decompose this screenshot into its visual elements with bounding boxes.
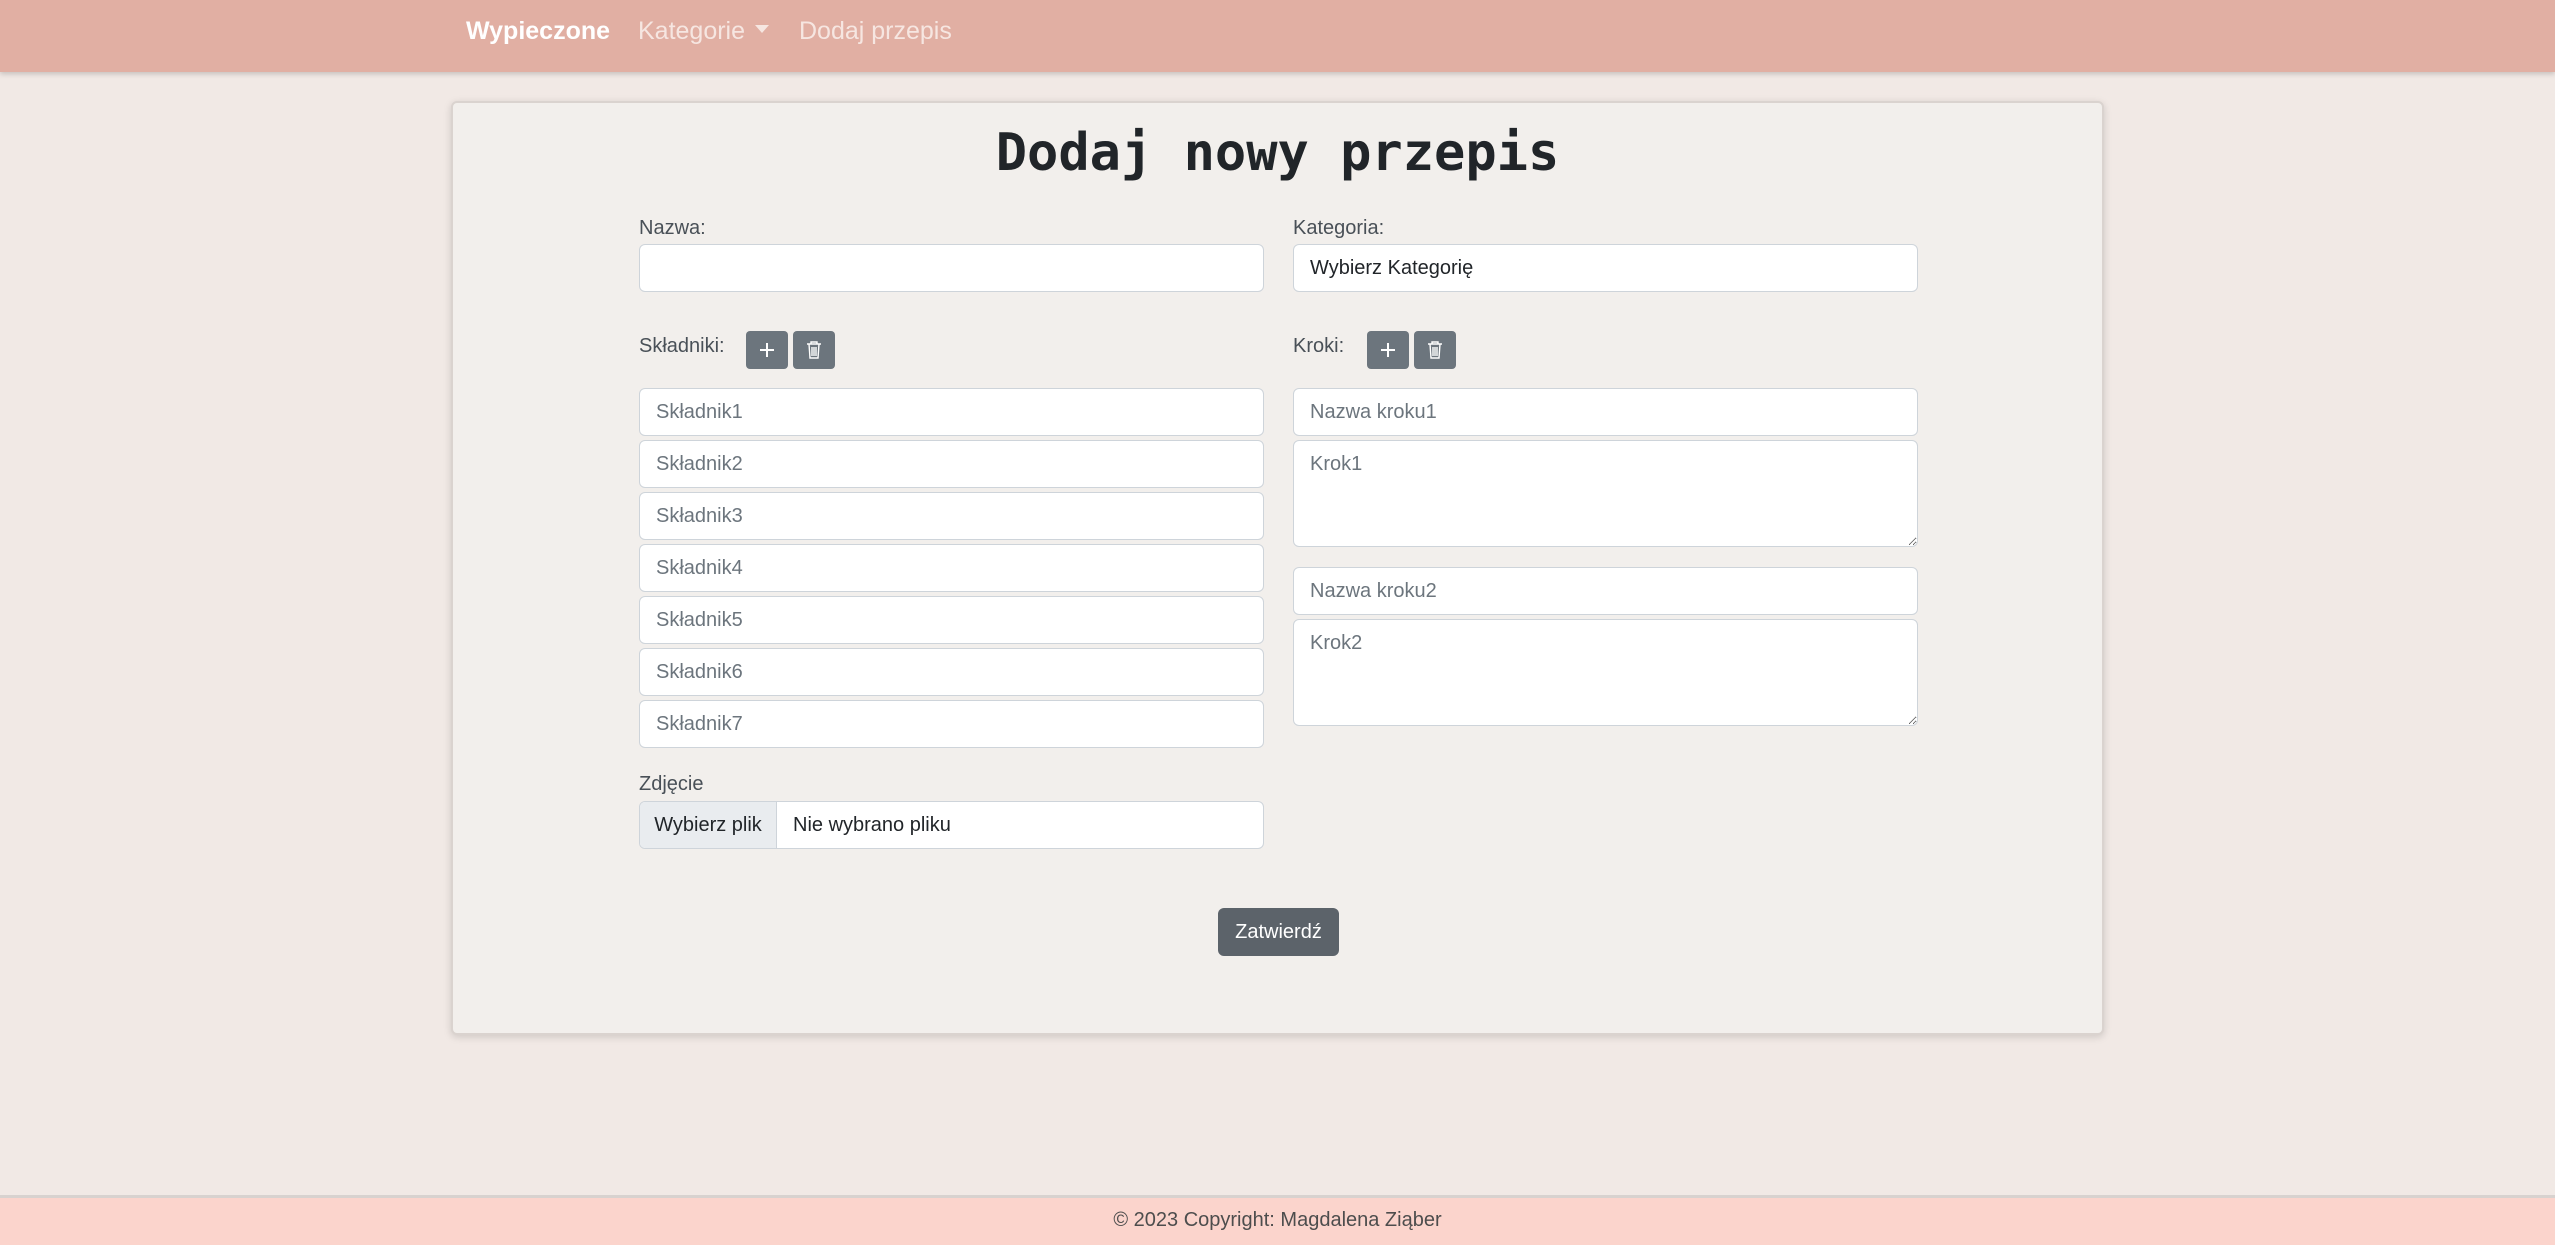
file-status-text: Nie wybrano pliku [793, 814, 951, 836]
ingredient-input-4[interactable] [639, 544, 1264, 592]
step-text-input-1[interactable] [1293, 440, 1918, 547]
ingredient-input-1[interactable] [639, 388, 1264, 436]
photo-label: Zdjęcie [639, 773, 704, 795]
category-label: Kategoria: [1293, 217, 1385, 239]
ingredient-input-7[interactable] [639, 700, 1264, 748]
delete-step-button[interactable] [1414, 331, 1456, 369]
steps-label: Kroki: [1293, 335, 1345, 357]
name-label: Nazwa: [639, 217, 706, 239]
submit-button[interactable]: Zatwierdź [1218, 908, 1339, 956]
category-select[interactable]: Wybierz Kategorię [1293, 244, 1918, 292]
navbar-brand[interactable]: Wypieczone [466, 17, 610, 46]
plus-icon [760, 343, 774, 357]
name-input[interactable] [639, 244, 1264, 292]
page-title: Dodaj nowy przepis [995, 123, 1560, 183]
add-ingredient-button[interactable] [746, 331, 788, 369]
caret-down-icon [755, 25, 770, 34]
recipe-form-card: Dodaj nowy przepis Nazwa: Kategoria: Wyb… [451, 101, 2104, 1035]
step-name-input-1[interactable] [1293, 388, 1918, 436]
ingredient-input-2[interactable] [639, 440, 1264, 488]
trash-icon [807, 341, 821, 359]
step-text-input-2[interactable] [1293, 619, 1918, 726]
copyright-text: © 2023 Copyright: Magdalena Ziąber [1113, 1209, 1442, 1231]
add-step-button[interactable] [1367, 331, 1409, 369]
nav-categories-dropdown[interactable]: Kategorie [638, 17, 770, 46]
photo-file-input[interactable]: Wybierz plik Nie wybrano pliku [639, 801, 1264, 849]
ingredients-label: Składniki: [639, 335, 725, 357]
delete-ingredient-button[interactable] [793, 331, 835, 369]
navbar: Wypieczone Kategorie Dodaj przepis [0, 0, 2555, 72]
trash-icon [1428, 341, 1442, 359]
step-name-input-2[interactable] [1293, 567, 1918, 615]
ingredient-input-3[interactable] [639, 492, 1264, 540]
footer: © 2023 Copyright: Magdalena Ziąber [0, 1195, 2555, 1245]
nav-categories-label: Kategorie [638, 17, 746, 45]
choose-file-button[interactable]: Wybierz plik [640, 802, 777, 848]
ingredient-input-5[interactable] [639, 596, 1264, 644]
ingredient-input-6[interactable] [639, 648, 1264, 696]
nav-add-recipe[interactable]: Dodaj przepis [799, 17, 952, 46]
plus-icon [1381, 343, 1395, 357]
